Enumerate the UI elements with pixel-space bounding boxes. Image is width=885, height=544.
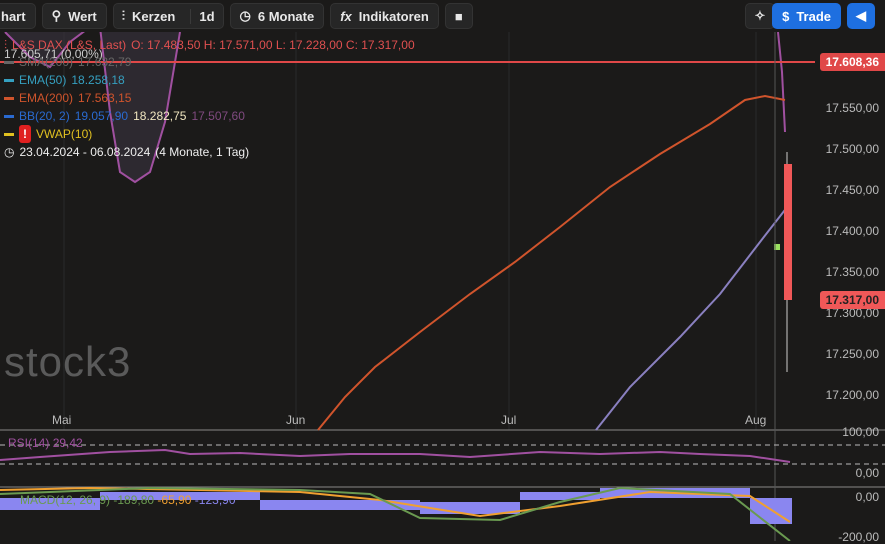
search-icon: ⚲: [51, 8, 62, 23]
legend-sma[interactable]: SMA(200) 17.632,79: [4, 53, 415, 71]
ema50-value: 18.258,18: [71, 73, 125, 87]
price-tick: 17.250,00: [825, 347, 879, 361]
bookmark-button[interactable]: ■: [444, 3, 473, 29]
clock-icon: ◷: [239, 8, 251, 23]
chart-legend: ⫶ L&S DAX (L&S, Last) O: 17.483,50 H: 17.5…: [4, 36, 415, 161]
price-tick: 17.400,00: [825, 224, 879, 238]
chart-type-group: ⫶ Kerzen 1d: [112, 3, 224, 29]
ai-button[interactable]: ✧: [745, 3, 775, 29]
sma-value: 17.632,79: [78, 55, 132, 69]
x-tick: Aug: [745, 413, 767, 427]
macd-tick: -200,00: [838, 530, 879, 544]
chart-type-label: Kerzen: [132, 8, 176, 24]
value-label: Wert: [68, 8, 97, 24]
ema50-label: EMA(50): [19, 73, 67, 87]
price-tick: 17.550,00: [825, 101, 879, 115]
macd-tick: 0,00: [855, 490, 879, 504]
sma200-line: [595, 205, 789, 431]
macd-legend[interactable]: MACD(12, 26, 9) -189,80 -65,90 -123,90: [20, 493, 236, 507]
macd-value: -189,80: [113, 493, 155, 507]
rsi-tick: 100,00: [842, 425, 879, 439]
range-label: 6 Monate: [257, 8, 315, 24]
legend-bb[interactable]: BB(20, 2) 19.057,90 18.282,75 17.507,60: [4, 107, 415, 125]
warning-icon: !: [19, 125, 31, 143]
bookmark-icon: ■: [454, 8, 463, 24]
clock-icon: ◷: [4, 145, 15, 159]
ohlc-values: O: 17.483,50 H: 17.571,00 L: 17.228,00 C…: [131, 38, 415, 52]
toolbar: hart ⚲ Wert ⫶ Kerzen 1d ◷ 6 Monate fx Indika…: [0, 0, 885, 32]
legend-period: ◷ 23.04.2024 - 06.08.2024 (4 Monate, 1 Tag…: [4, 143, 415, 161]
last-candle: [784, 164, 792, 300]
stock3-logo: stock3: [4, 338, 132, 385]
collapse-button[interactable]: ◀: [847, 3, 875, 29]
ema50-swatch: [4, 78, 14, 82]
sma-swatch: [4, 60, 14, 64]
trade-button[interactable]: $ Trade: [772, 3, 841, 29]
legend-vwap[interactable]: ! VWAP(10): [4, 125, 415, 143]
interval-button[interactable]: 1d: [190, 8, 222, 24]
rsi-legend[interactable]: RSI(14) 29,42: [8, 436, 83, 450]
sma-label: SMA(200): [19, 55, 74, 69]
ema200-label: EMA(200): [19, 91, 74, 105]
bb-lower: 17.507,60: [191, 109, 245, 123]
chart-type-button[interactable]: ⫶ Kerzen: [114, 8, 184, 24]
chart-button[interactable]: hart: [0, 3, 36, 29]
macd-hist-value: -123,90: [194, 493, 236, 507]
macd-signal-value: -65,90: [157, 493, 192, 507]
rsi-tick: 0,00: [855, 466, 879, 480]
ema200-value: 17.563,15: [78, 91, 132, 105]
legend-ema200[interactable]: EMA(200) 17.563,15: [4, 89, 415, 107]
x-tick: Jul: [501, 413, 517, 427]
arrow-left-icon: ◀: [856, 8, 866, 23]
legend-ema50[interactable]: EMA(50) 18.258,18: [4, 71, 415, 89]
vwap-swatch: [4, 132, 14, 136]
x-tick: Jun: [286, 413, 306, 427]
bb-upper: 19.057,90: [74, 109, 129, 123]
bollinger-lower: [777, 32, 786, 133]
candlestick-icon: ⫶: [121, 8, 125, 23]
period-length: (4 Monate, 1 Tag): [155, 145, 250, 159]
macd-label: MACD(12, 26, 9): [20, 493, 111, 507]
indicators-button[interactable]: fx Indikatoren: [330, 3, 439, 29]
price-tick: 17.500,00: [825, 142, 879, 156]
price-line-tag: 17.608,36: [819, 53, 885, 71]
sparkle-icon: ✧: [754, 8, 766, 23]
ema200-swatch: [4, 96, 14, 100]
fx-icon: fx: [340, 8, 352, 24]
vwap-label: VWAP(10): [36, 127, 93, 141]
rsi-value: 29,42: [52, 436, 83, 450]
x-tick: Mai: [52, 413, 72, 427]
range-button[interactable]: ◷ 6 Monate: [229, 3, 325, 29]
trade-label: Trade: [796, 8, 831, 24]
indicators-label: Indikatoren: [358, 8, 429, 24]
rsi-label: RSI(14): [8, 436, 50, 450]
rsi-line: [0, 448, 791, 463]
last-price-tag: 17.317,00: [819, 291, 885, 309]
bb-mid: 18.282,75: [133, 109, 187, 123]
dollar-icon: $: [782, 8, 790, 24]
period-range: 23.04.2024 - 06.08.2024: [19, 145, 151, 159]
bb-label: BB(20, 2): [19, 109, 70, 123]
chart-label: hart: [1, 8, 26, 24]
value-button[interactable]: ⚲ Wert: [41, 3, 107, 29]
bb-swatch: [4, 114, 14, 118]
price-tick: 17.450,00: [825, 183, 879, 197]
price-tick: 17.200,00: [825, 388, 879, 402]
price-tick: 17.350,00: [825, 265, 879, 279]
